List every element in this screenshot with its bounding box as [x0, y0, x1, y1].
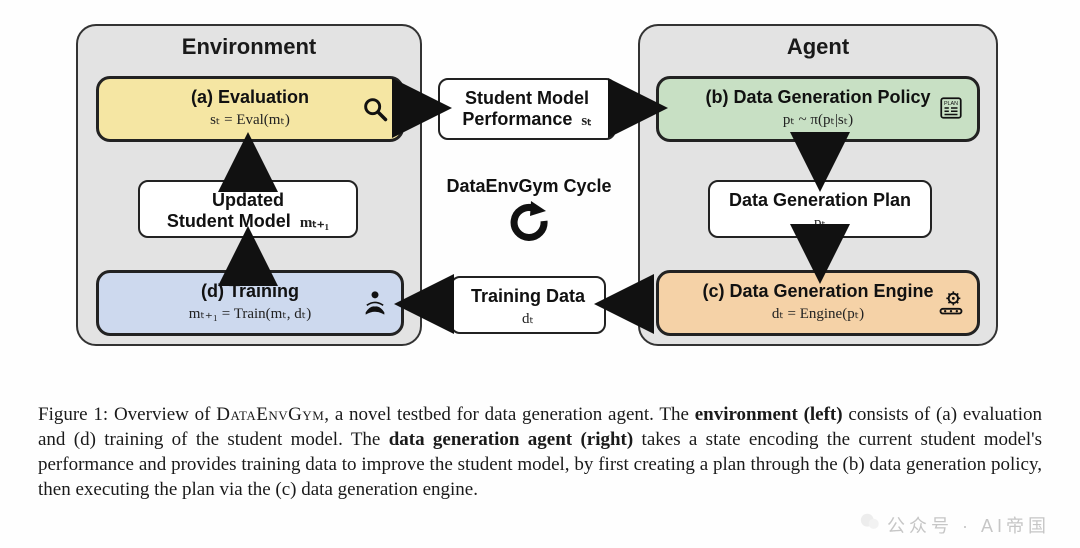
- training-data-box: Training Data dₜ: [450, 276, 606, 334]
- plan-box: Data Generation Plan pₜ: [708, 180, 932, 238]
- gear-conveyor-icon: [937, 289, 965, 317]
- training-formula: mₜ₊₁ = Train(mₜ, dₜ): [109, 304, 391, 323]
- evaluation-formula: sₜ = Eval(mₜ): [109, 110, 391, 129]
- engine-formula: dₜ = Engine(pₜ): [669, 304, 967, 323]
- policy-formula: pₜ ~ π(pₜ|sₜ): [669, 110, 967, 129]
- plan-sub: pₜ: [720, 213, 920, 232]
- training-data-title: Training Data: [462, 286, 594, 307]
- engine-title: (c) Data Generation Engine: [669, 281, 967, 302]
- reader-icon: [361, 289, 389, 317]
- plan-title: Data Generation Plan: [720, 190, 920, 211]
- wechat-icon: [859, 511, 881, 538]
- cycle-label: DataEnvGym Cycle: [426, 176, 632, 197]
- performance-box: Student Model Performance sₜ: [438, 78, 616, 140]
- performance-title: Student Model Performance sₜ: [450, 88, 604, 130]
- evaluation-title: (a) Evaluation: [109, 87, 391, 108]
- diagram-figure: Environment Agent (a) Evaluation sₜ = Ev…: [30, 20, 1050, 390]
- svg-text:PLAN: PLAN: [944, 101, 958, 107]
- updated-model-box: Updated Student Model mₜ₊₁: [138, 180, 358, 238]
- cycle-label-block: DataEnvGym Cycle: [426, 176, 632, 246]
- training-title: (d) Training: [109, 281, 391, 302]
- plan-scroll-icon: PLAN: [937, 95, 965, 123]
- training-box: (d) Training mₜ₊₁ = Train(mₜ, dₜ): [96, 270, 404, 336]
- cycle-arrow-icon: [506, 228, 552, 245]
- policy-title: (b) Data Generation Policy: [669, 87, 967, 108]
- magnify-icon: [361, 95, 389, 123]
- watermark: 公众号 · AI帝国: [859, 511, 1050, 538]
- figure-caption: Figure 1: Overview of DataEnvGym, a nove…: [30, 402, 1050, 502]
- evaluation-box: (a) Evaluation sₜ = Eval(mₜ): [96, 76, 404, 142]
- policy-box: (b) Data Generation Policy pₜ ~ π(pₜ|sₜ)…: [656, 76, 980, 142]
- agent-title: Agent: [640, 34, 996, 60]
- updated-model-title: Updated Student Model mₜ₊₁: [150, 190, 346, 232]
- training-data-sub: dₜ: [462, 309, 594, 328]
- engine-box: (c) Data Generation Engine dₜ = Engine(p…: [656, 270, 980, 336]
- watermark-text: 公众号 · AI帝国: [887, 512, 1050, 538]
- environment-title: Environment: [78, 34, 420, 60]
